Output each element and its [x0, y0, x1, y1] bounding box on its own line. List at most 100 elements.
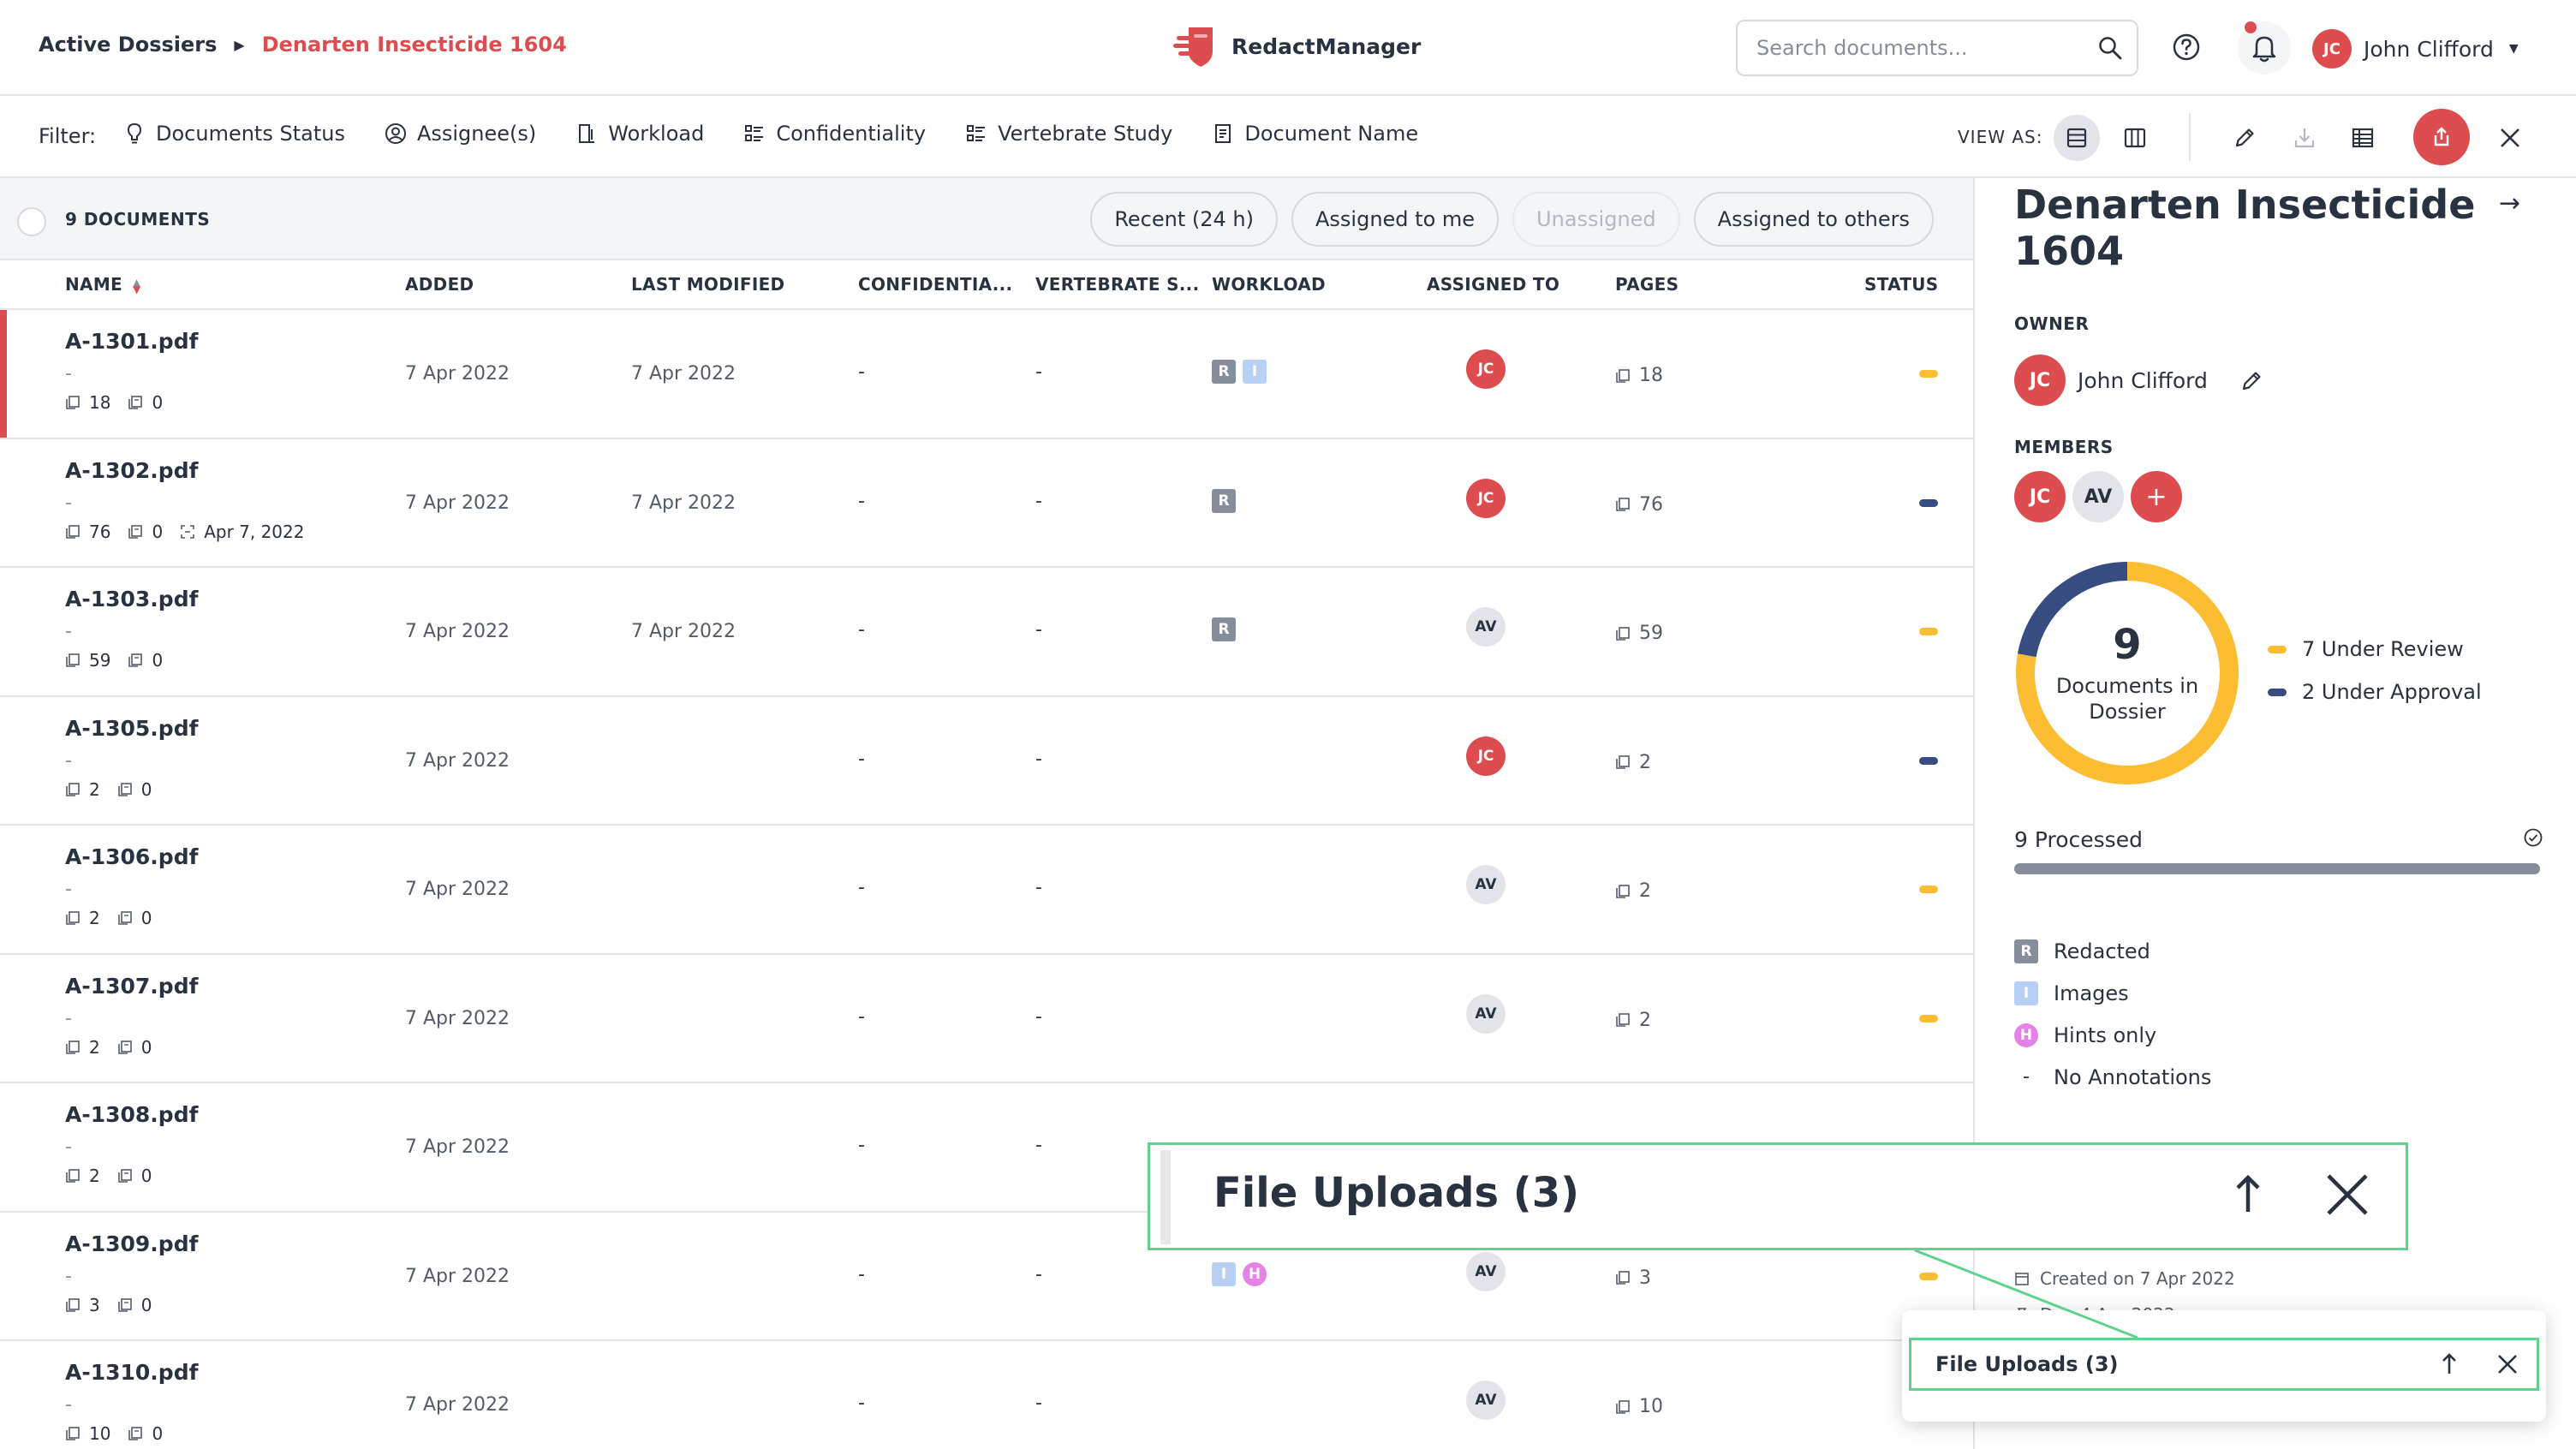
file-uploads-header[interactable]: File Uploads (3) [1909, 1338, 2539, 1391]
avatar: JC [1466, 349, 1506, 389]
download-button[interactable] [2281, 115, 2328, 161]
file-name[interactable]: A-1306.pdf [65, 844, 198, 869]
file-annotations-text: 0 [140, 908, 152, 928]
file-name[interactable]: A-1303.pdf [65, 587, 198, 611]
file-annotations: 0 [128, 650, 163, 671]
table-row[interactable]: A-1302.pdf -76 0 Apr 7, 2022 7 Apr 2022 7 Apr… [0, 438, 1973, 568]
column-header-status[interactable]: STATUS [1864, 274, 1939, 295]
assignee[interactable]: JC [1466, 349, 1506, 389]
search-input[interactable] [1756, 21, 2082, 75]
legend-under-review[interactable]: 7 Under Review [2268, 637, 2482, 661]
pages-icon [1616, 884, 1630, 898]
file-pages: 76 [65, 522, 110, 542]
quick-filter-assigned-to-me[interactable]: Assigned to me [1291, 192, 1500, 247]
column-header-vertebrate-study[interactable]: VERTEBRATE S... [1035, 274, 1199, 295]
table-row[interactable]: A-1307.pdf -2 0 7 Apr 2022- - AV 2 [0, 954, 1973, 1083]
arrow-up-icon[interactable] [2436, 1351, 2463, 1378]
app-logo[interactable]: RedactManager [1172, 22, 1421, 70]
file-name[interactable]: A-1310.pdf [65, 1360, 198, 1385]
table-row[interactable]: A-1305.pdf -2 0 7 Apr 2022- - JC 2 [0, 696, 1973, 826]
assignee[interactable]: AV [1466, 607, 1506, 647]
file-annotations-text: 0 [140, 1036, 152, 1058]
file-name[interactable]: A-1308.pdf [65, 1102, 198, 1127]
quick-filter-recent[interactable]: Recent (24 h) [1090, 192, 1278, 247]
reports-button[interactable] [2340, 115, 2386, 161]
column-header-added[interactable]: ADDED [405, 274, 474, 295]
member-avatar[interactable]: AV [2072, 471, 2124, 522]
annotations-icon [128, 396, 143, 409]
collapse-panel-icon[interactable]: → [2499, 188, 2520, 218]
filter-workload[interactable]: Workload [575, 122, 704, 146]
file-meta: 18 0 [65, 392, 180, 413]
close-icon[interactable] [2494, 1351, 2521, 1378]
file-meta: 20 [65, 1037, 169, 1058]
select-all-checkbox[interactable] [17, 207, 46, 236]
filter-documents-status[interactable]: Documents Status [123, 122, 345, 146]
filter-confidentiality[interactable]: Confidentiality [743, 122, 926, 146]
file-name[interactable]: A-1305.pdf [65, 716, 198, 741]
brand-name: RedactManager [1231, 33, 1422, 59]
pages-count: 76 [1615, 494, 1663, 516]
table-row[interactable]: A-1303.pdf -59 0 7 Apr 2022 7 Apr 2022- - R AV 5… [0, 568, 1973, 697]
assignee[interactable]: JC [1466, 736, 1506, 776]
breadcrumb-current-dossier[interactable]: Denarten Insecticide 1604 [262, 33, 567, 57]
file-uploads-title: File Uploads (3) [1935, 1352, 2119, 1376]
status-indicator [1919, 1014, 1938, 1023]
help-icon[interactable] [2172, 33, 2201, 62]
column-header-workload[interactable]: WORKLOAD [1212, 274, 1326, 295]
view-columns-button[interactable] [2112, 115, 2158, 161]
search-icon[interactable] [2097, 35, 2123, 61]
column-header-pages[interactable]: PAGES [1615, 274, 1679, 295]
pages-icon [1616, 1013, 1630, 1027]
file-annotations: 0 [117, 1037, 152, 1058]
column-header-name[interactable]: NAME ▲ ▼ [65, 274, 141, 295]
arrow-up-icon[interactable] [2224, 1171, 2272, 1219]
close-dossier-button[interactable] [2487, 115, 2533, 161]
assignee[interactable]: AV [1466, 865, 1506, 904]
edit-owner-pencil-icon[interactable] [2239, 368, 2264, 394]
close-icon[interactable] [2323, 1171, 2371, 1219]
column-header-confidentiality[interactable]: CONFIDENTIA... [858, 274, 1012, 295]
type-hints-only: H Hints only [2014, 1014, 2211, 1056]
owner: JC John Clifford [2014, 355, 2208, 406]
legend-under-approval[interactable]: 2 Under Approval [2268, 680, 2482, 704]
quick-filter-assigned-to-others[interactable]: Assigned to others [1693, 192, 1934, 247]
filter-list: Documents Status Assignee(s) Workload Co… [123, 122, 1458, 146]
file-subtitle: - [65, 1394, 72, 1416]
type-label: Images [2054, 981, 2129, 1005]
file-name[interactable]: A-1307.pdf [65, 974, 198, 999]
table-row[interactable]: A-1306.pdf -2 0 7 Apr 2022- - AV 2 [0, 826, 1973, 955]
filter-assignees[interactable]: Assignee(s) [385, 122, 536, 146]
breadcrumb-active-dossiers[interactable]: Active Dossiers [39, 33, 217, 57]
assignee[interactable]: AV [1466, 1380, 1506, 1420]
file-name[interactable]: A-1309.pdf [65, 1231, 198, 1256]
status-indicator [1919, 756, 1938, 765]
quick-filter-unassigned[interactable]: Unassigned [1512, 192, 1680, 247]
column-header-last-modified[interactable]: LAST MODIFIED [631, 274, 784, 295]
file-name[interactable]: A-1301.pdf [65, 329, 198, 354]
notifications-button[interactable] [2238, 21, 2291, 75]
table-row[interactable]: A-1301.pdf -18 0 7 Apr 2022 7 Apr 2022- - R I JC… [0, 310, 1973, 439]
edit-dossier-button[interactable] [2221, 115, 2268, 161]
column-header-assigned-to[interactable]: ASSIGNED TO [1427, 274, 1559, 295]
upload-files-button[interactable] [2413, 109, 2470, 165]
filter-vertebrate-study[interactable]: Vertebrate Study [965, 122, 1172, 146]
add-member-button[interactable]: + [2131, 471, 2182, 522]
view-as-label: VIEW AS: [1958, 127, 2043, 147]
user-name: John Clifford [2364, 36, 2494, 62]
assignee[interactable]: AV [1466, 1251, 1506, 1291]
added-date: 7 Apr 2022 [405, 1136, 510, 1158]
member-avatar[interactable]: JC [2014, 471, 2066, 522]
file-annotations-text: 0 [152, 650, 164, 671]
view-list-button[interactable] [2054, 115, 2100, 161]
user-menu[interactable]: JC John Clifford ▼ [2312, 29, 2519, 69]
file-annotations-text: 0 [152, 392, 164, 413]
table-row[interactable]: A-1310.pdf -10 0 7 Apr 2022- - AV 10 [0, 1341, 1973, 1449]
ocr-date-text: Apr 7, 2022 [204, 521, 305, 542]
file-name[interactable]: A-1302.pdf [65, 458, 198, 483]
assignee[interactable]: JC [1466, 478, 1506, 518]
assignee[interactable]: AV [1466, 993, 1506, 1034]
file-uploads-title-zoomed: File Uploads (3) [1213, 1169, 1580, 1217]
filter-document-name[interactable]: Document Name [1212, 122, 1418, 146]
pages-text: 2 [1639, 880, 1651, 902]
